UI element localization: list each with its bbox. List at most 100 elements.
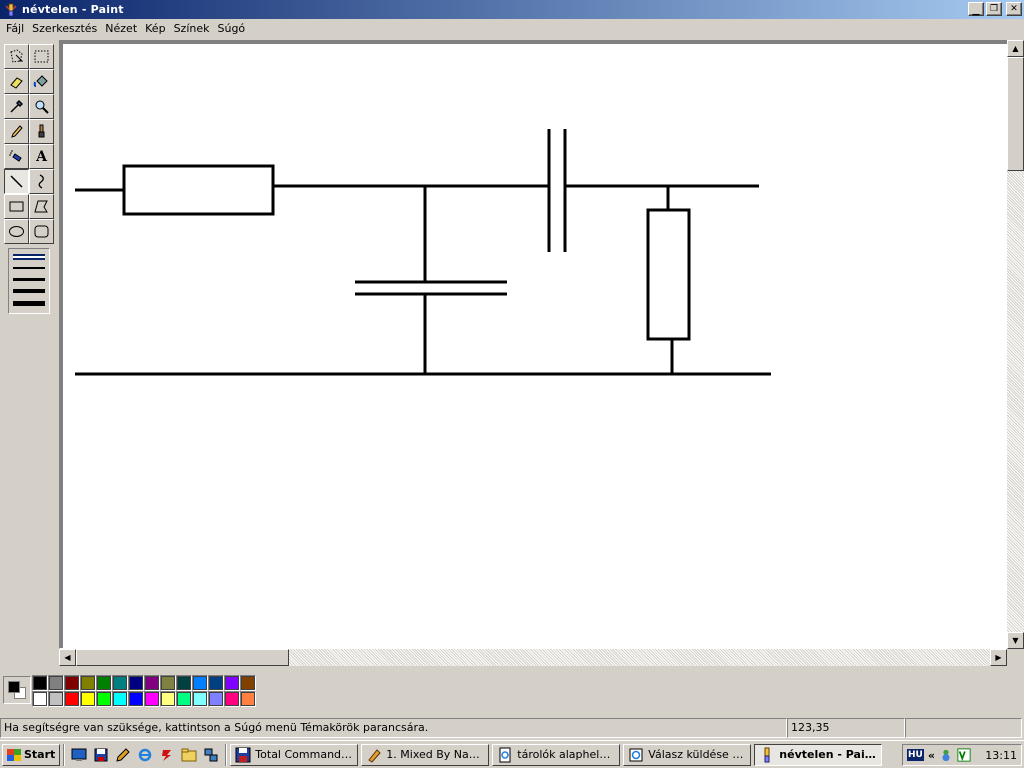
close-button[interactable]: ✕ <box>1006 2 1022 16</box>
scrollbar-corner <box>1007 649 1024 666</box>
task-document[interactable]: tárolók alaphelyze... <box>492 743 621 766</box>
tool-rectangle[interactable] <box>4 194 29 219</box>
tool-rect-select[interactable] <box>29 44 54 69</box>
minimize-button[interactable]: ▁ <box>968 2 984 16</box>
color-swatch[interactable] <box>224 675 240 691</box>
tool-pencil[interactable] <box>4 119 29 144</box>
vertical-scroll-thumb[interactable] <box>1007 57 1024 171</box>
vertical-scrollbar[interactable]: ▲ ▼ <box>1007 40 1024 649</box>
tool-free-form-select[interactable] <box>4 44 29 69</box>
task-label: névtelen - Paint <box>779 748 878 761</box>
color-swatch[interactable] <box>128 691 144 707</box>
title-bar[interactable]: névtelen - Paint ▁ ❐ ✕ <box>0 0 1024 19</box>
menu-bar: Fájl Szerkesztés Nézet Kép Színek Súgó <box>0 19 1024 38</box>
color-swatch[interactable] <box>176 675 192 691</box>
messenger-icon[interactable] <box>939 748 953 762</box>
scroll-left-button[interactable]: ◀ <box>59 649 76 666</box>
tool-curve[interactable] <box>29 169 54 194</box>
drawing-canvas[interactable] <box>63 44 1007 648</box>
quicklaunch-pencil[interactable] <box>112 744 134 766</box>
hu-keyboard-icon[interactable]: HU <box>907 749 924 761</box>
color-swatch[interactable] <box>208 675 224 691</box>
quicklaunch-show-desktop[interactable] <box>68 744 90 766</box>
color-swatch[interactable] <box>240 675 256 691</box>
color-swatch[interactable] <box>240 691 256 707</box>
arrow-up-icon: ▲ <box>1012 44 1019 53</box>
color-swatch[interactable] <box>160 675 176 691</box>
color-swatch[interactable] <box>96 675 112 691</box>
menu-image[interactable]: Kép <box>141 20 169 37</box>
tool-airbrush[interactable] <box>4 144 29 169</box>
tool-polygon[interactable] <box>29 194 54 219</box>
color-swatch-fill <box>97 676 111 690</box>
current-colors[interactable] <box>3 676 31 704</box>
task-browser[interactable]: Válasz küldése a f... <box>623 743 752 766</box>
horizontal-scroll-thumb[interactable] <box>76 649 289 666</box>
line-width-4[interactable] <box>13 289 45 293</box>
quicklaunch-flash[interactable] <box>156 744 178 766</box>
tool-rounded-rect[interactable] <box>29 219 54 244</box>
color-palette <box>0 668 1024 714</box>
tool-ellipse[interactable] <box>4 219 29 244</box>
tray-expand-button[interactable]: « <box>928 749 935 762</box>
line-width-5[interactable] <box>13 301 45 306</box>
quicklaunch-ie[interactable] <box>134 744 156 766</box>
color-swatch[interactable] <box>80 675 96 691</box>
free-form-select-icon <box>10 49 24 63</box>
color-swatch[interactable] <box>48 691 64 707</box>
color-swatch[interactable] <box>192 675 208 691</box>
menu-view[interactable]: Nézet <box>101 20 141 37</box>
color-swatch[interactable] <box>160 691 176 707</box>
menu-file[interactable]: Fájl <box>2 20 28 37</box>
color-swatch[interactable] <box>176 691 192 707</box>
color-swatch[interactable] <box>64 675 80 691</box>
color-swatch[interactable] <box>32 691 48 707</box>
color-swatch[interactable] <box>112 675 128 691</box>
color-swatch[interactable] <box>64 691 80 707</box>
scroll-down-button[interactable]: ▼ <box>1007 632 1024 649</box>
color-swatch[interactable] <box>224 691 240 707</box>
start-button[interactable]: Start <box>2 743 61 766</box>
quicklaunch-save[interactable] <box>90 744 112 766</box>
tool-fill[interactable] <box>29 69 54 94</box>
color-swatch[interactable] <box>96 691 112 707</box>
tool-eraser[interactable] <box>4 69 29 94</box>
color-swatch[interactable] <box>144 691 160 707</box>
color-swatch[interactable] <box>128 675 144 691</box>
arrow-left-icon: ◀ <box>64 653 71 662</box>
tool-brush[interactable] <box>29 119 54 144</box>
line-width-1[interactable] <box>13 254 45 260</box>
scroll-right-button[interactable]: ▶ <box>990 649 1007 666</box>
antivirus-icon[interactable] <box>957 748 971 762</box>
clock[interactable]: 13:11 <box>985 749 1017 762</box>
menu-edit[interactable]: Szerkesztés <box>28 20 101 37</box>
color-swatch-fill <box>113 676 127 690</box>
menu-help[interactable]: Súgó <box>213 20 249 37</box>
horizontal-scrollbar[interactable]: ◀ ▶ <box>59 649 1007 666</box>
menu-colors[interactable]: Színek <box>170 20 214 37</box>
color-swatch-fill <box>209 676 223 690</box>
color-swatch[interactable] <box>144 675 160 691</box>
tool-color-picker[interactable] <box>4 94 29 119</box>
tool-magnifier[interactable] <box>29 94 54 119</box>
line-width-2[interactable] <box>13 267 45 269</box>
tool-text[interactable]: A <box>29 144 54 169</box>
line-width-3[interactable] <box>13 278 45 281</box>
color-swatch-fill <box>97 692 111 706</box>
task-winamp[interactable]: 1. Mixed By Nagy... <box>361 743 490 766</box>
restore-button[interactable]: ❐ <box>986 2 1002 16</box>
task-paint[interactable]: névtelen - Paint <box>754 743 883 766</box>
quicklaunch-explorer[interactable] <box>178 744 200 766</box>
color-swatch[interactable] <box>112 691 128 707</box>
color-swatch-fill <box>225 692 239 706</box>
color-swatch[interactable] <box>192 691 208 707</box>
quicklaunch-network[interactable] <box>200 744 222 766</box>
color-swatch[interactable] <box>32 675 48 691</box>
color-swatch[interactable] <box>80 691 96 707</box>
color-swatch[interactable] <box>208 691 224 707</box>
scroll-up-button[interactable]: ▲ <box>1007 40 1024 57</box>
task-total-commander[interactable]: Total Commander ... <box>230 743 359 766</box>
color-swatch-fill <box>33 692 47 706</box>
tool-line[interactable] <box>4 169 29 194</box>
color-swatch[interactable] <box>48 675 64 691</box>
